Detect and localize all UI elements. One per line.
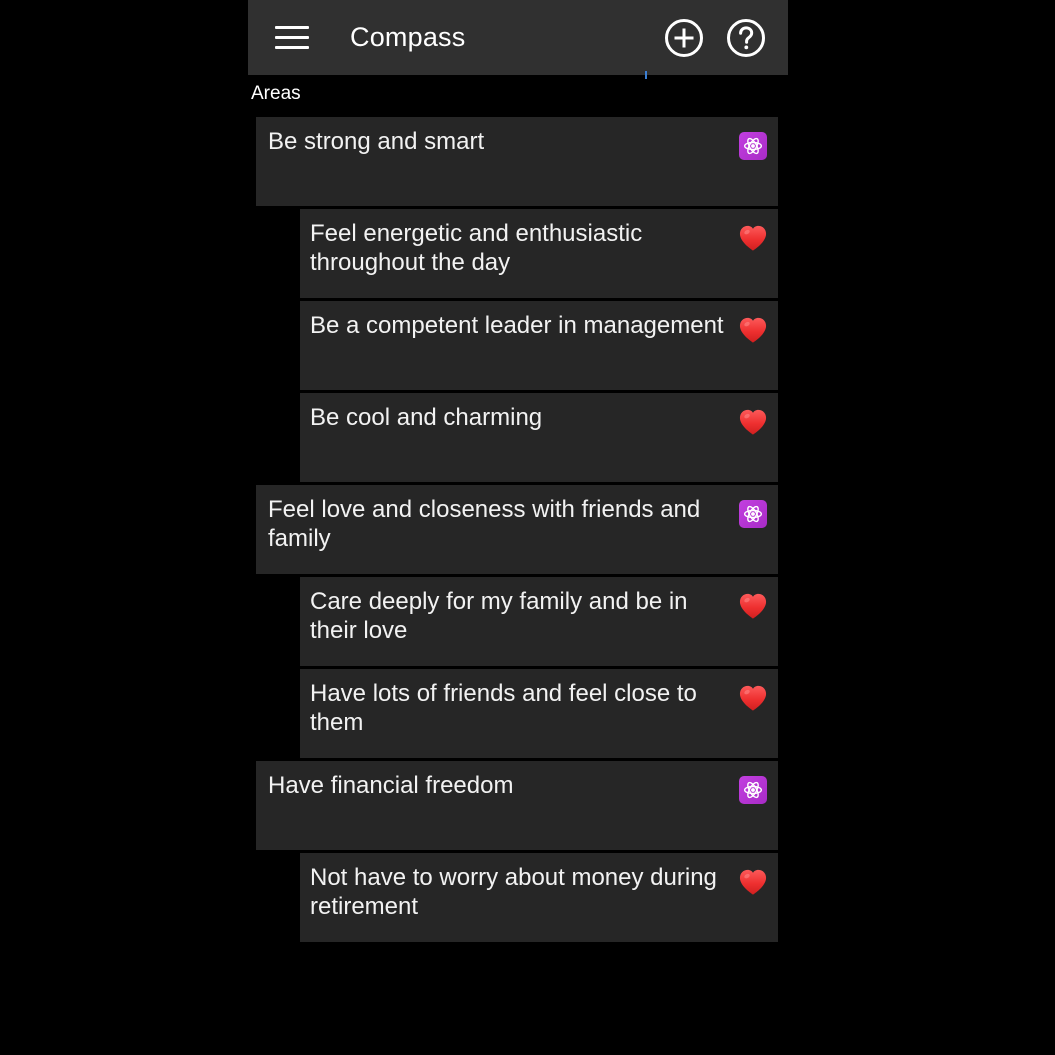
hamburger-line [275,26,309,29]
atom-icon[interactable] [736,129,770,163]
add-circle-icon[interactable] [660,14,708,62]
goal-title: Be a competent leader in management [310,312,724,339]
goal-title: Not have to worry about money during ret… [310,864,717,920]
goal-card[interactable]: Be cool and charming [300,393,778,482]
app-bar: Compass [248,0,788,75]
goal-card[interactable]: Not have to worry about money during ret… [300,853,778,942]
area-row: Have financial freedom [248,761,788,850]
app-viewport: Compass Areas Be strong and smart Feel en… [248,0,788,1055]
goal-card[interactable]: Feel energetic and enthusiastic througho… [300,209,778,298]
area-title: Have financial freedom [268,772,514,799]
hamburger-line [275,36,309,39]
goal-title: Feel energetic and enthusiastic througho… [310,220,643,276]
heart-icon[interactable] [736,405,770,439]
area-row: Be strong and smart [248,117,788,206]
area-title: Be strong and smart [268,128,485,155]
goal-row: Care deeply for my family and be in thei… [248,577,788,666]
area-row: Feel love and closeness with friends and… [248,485,788,574]
area-title: Feel love and closeness with friends and… [268,496,701,552]
goal-card[interactable]: Have lots of friends and feel close to t… [300,669,778,758]
atom-icon [739,776,767,804]
section-label-areas: Areas [248,75,788,105]
hamburger-line [275,46,309,49]
area-card[interactable]: Have financial freedom [256,761,778,850]
areas-list: Be strong and smart Feel energetic and en… [248,105,788,942]
area-card[interactable]: Feel love and closeness with friends and… [256,485,778,574]
atom-icon [739,132,767,160]
goal-title: Care deeply for my family and be in thei… [310,588,688,644]
hamburger-menu-icon[interactable] [270,16,314,60]
page-title: Compass [350,22,466,52]
area-card[interactable]: Be strong and smart [256,117,778,206]
tab-indicator [645,71,647,79]
goal-card[interactable]: Care deeply for my family and be in thei… [300,577,778,666]
goal-row: Not have to worry about money during ret… [248,853,788,942]
goal-title: Be cool and charming [310,404,543,431]
atom-icon[interactable] [736,497,770,531]
goal-row: Be cool and charming [248,393,788,482]
heart-icon[interactable] [736,681,770,715]
help-circle-icon[interactable] [722,14,770,62]
goal-row: Be a competent leader in management [248,301,788,390]
heart-icon[interactable] [736,589,770,623]
heart-icon[interactable] [736,865,770,899]
heart-icon[interactable] [736,221,770,255]
goal-card[interactable]: Be a competent leader in management [300,301,778,390]
atom-icon [739,500,767,528]
goal-row: Have lots of friends and feel close to t… [248,669,788,758]
heart-icon[interactable] [736,313,770,347]
atom-icon[interactable] [736,773,770,807]
goal-row: Feel energetic and enthusiastic througho… [248,209,788,298]
goal-title: Have lots of friends and feel close to t… [310,680,697,736]
